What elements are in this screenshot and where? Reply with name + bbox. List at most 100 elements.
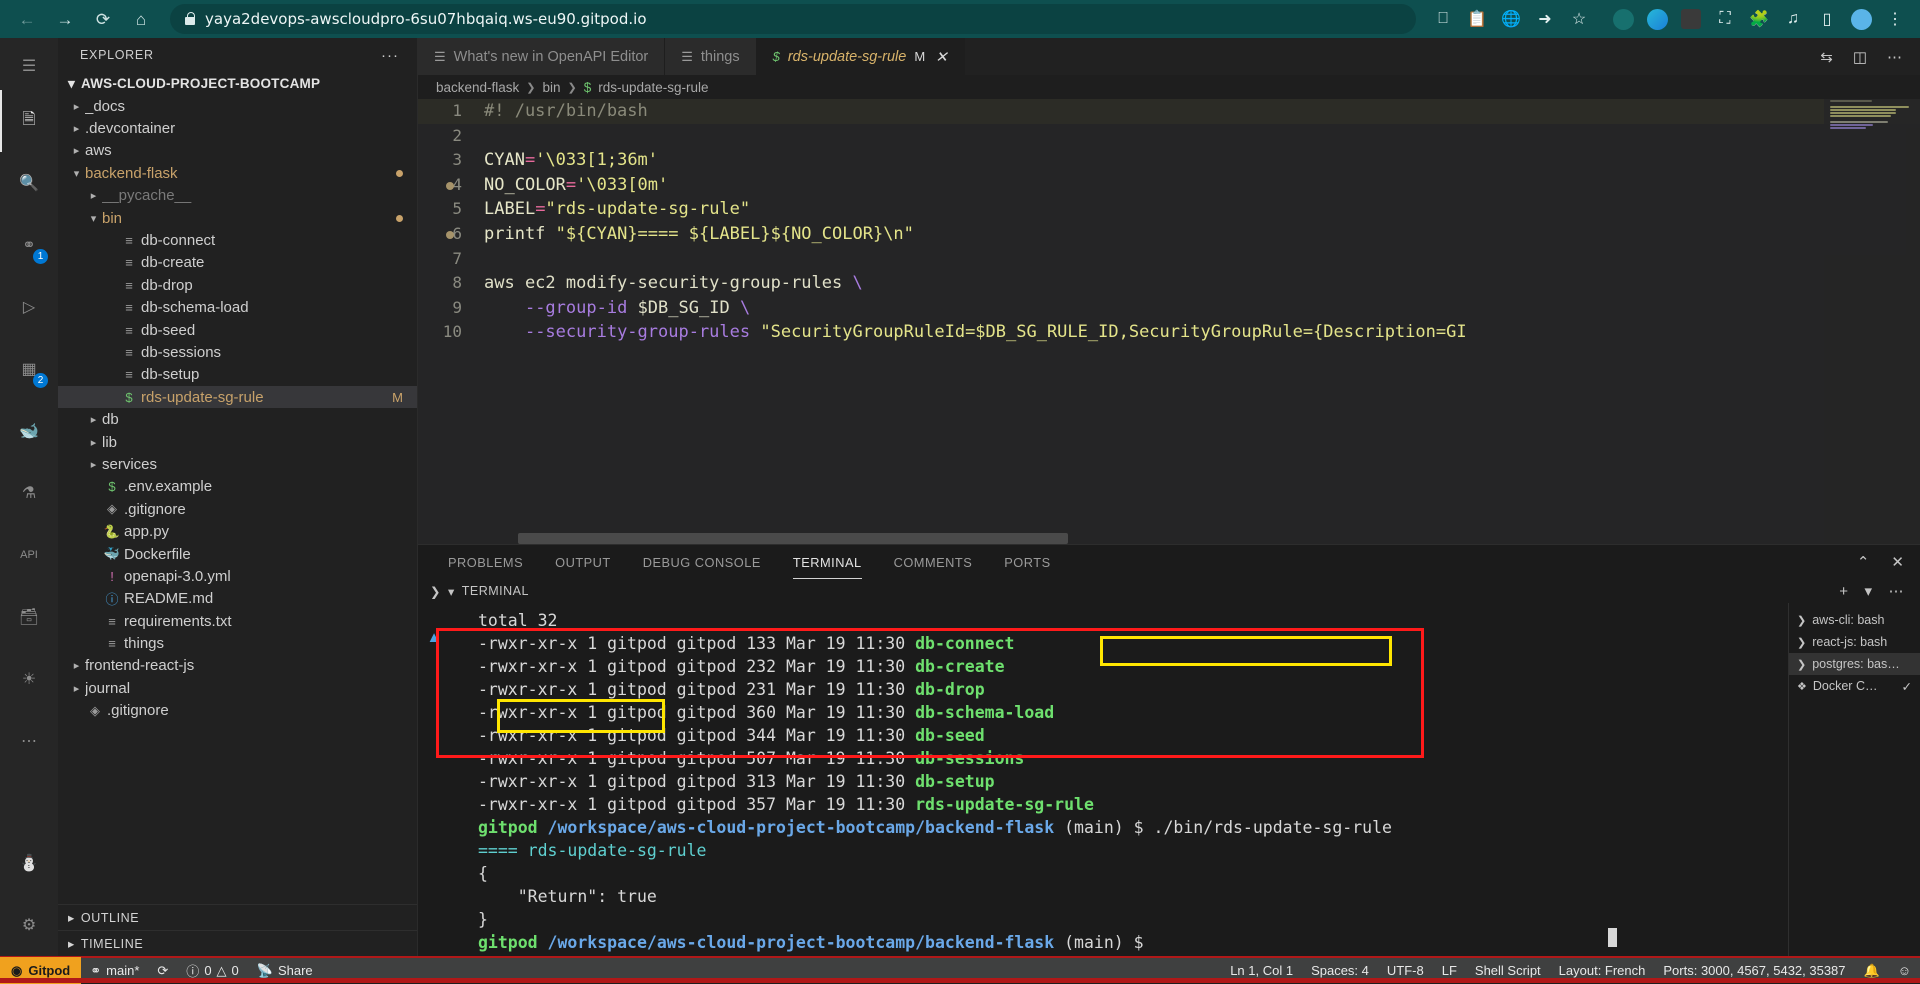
tree-item-frontend-react-js[interactable]: ▸ frontend-react-js [58, 655, 417, 677]
chevron-down-icon[interactable]: ▾ [448, 584, 455, 599]
code-lines[interactable]: 1 #! /usr/bin/bash 2 3 CYAN='\033[1;36m' 4 NO_… [418, 99, 1920, 544]
horizontal-scrollbar[interactable] [518, 533, 1068, 544]
chevron-up-icon[interactable]: ⌃ [1857, 553, 1870, 571]
tree-item-journal[interactable]: ▸ journal [58, 677, 417, 699]
split-screen-icon[interactable]: ⎕ [1428, 4, 1458, 34]
tree-item-aws[interactable]: ▸ aws [58, 140, 417, 162]
tree-item-things[interactable]: ≡ things [58, 632, 417, 654]
terminal-list-item[interactable]: ❖ Docker C… ✓ [1789, 675, 1920, 697]
panel-tab-ports[interactable]: PORTS [988, 545, 1066, 579]
tab-whats-new[interactable]: ☰ What's new in OpenAPI Editor [418, 38, 665, 75]
tree-item--docs[interactable]: ▸ _docs [58, 95, 417, 117]
minimap[interactable] [1824, 99, 1920, 544]
sidebar-section-outline[interactable]: ▸ OUTLINE [58, 904, 417, 930]
tree-item-db-drop[interactable]: ≡ db-drop [58, 274, 417, 296]
diamond-extension-icon[interactable] [1642, 4, 1672, 34]
tree-item-readme-md[interactable]: ⓘ README.md [58, 588, 417, 610]
workspace-root-row[interactable]: ▾ AWS-CLOUD-PROJECT-BOOTCAMP [58, 72, 417, 95]
bookmark-star-icon[interactable]: ☆ [1564, 4, 1594, 34]
breadcrumb-item-file[interactable]: rds-update-sg-rule [598, 80, 708, 95]
code-line[interactable]: 6 printf "${CYAN}==== ${LABEL}${NO_COLOR}… [418, 222, 1920, 247]
sidebar-item-extensions[interactable]: ▦ 2 [0, 338, 58, 400]
tree-item-services[interactable]: ▸ services [58, 453, 417, 475]
code-line[interactable]: 8 aws ec2 modify-security-group-rules \ [418, 271, 1920, 296]
terminal-list-item[interactable]: ❯ react-js: bash [1789, 631, 1920, 653]
close-icon[interactable]: ✕ [935, 48, 948, 66]
tree-item-db[interactable]: ▸ db [58, 408, 417, 430]
breadcrumb-item-backend-flask[interactable]: backend-flask [436, 80, 519, 95]
share-icon[interactable]: ➜ [1530, 4, 1560, 34]
tree-item-bin[interactable]: ▾ bin [58, 207, 417, 229]
code-line[interactable]: 7 [418, 247, 1920, 272]
code-line[interactable]: 2 [418, 124, 1920, 149]
tree-item--devcontainer[interactable]: ▸ .devcontainer [58, 117, 417, 139]
puzzle-extensions-icon[interactable]: 🧩 [1744, 4, 1774, 34]
split-editor-icon[interactable]: ⇆ [1820, 48, 1833, 66]
add-terminal-icon[interactable]: + [1839, 583, 1848, 600]
code-line[interactable]: 4 NO_COLOR='\033[0m' [418, 173, 1920, 198]
explorer-more-icon[interactable]: ··· [381, 47, 399, 64]
code-line[interactable]: 10 --security-group-rules "SecurityGroup… [418, 320, 1920, 345]
code-line[interactable]: 1 #! /usr/bin/bash [418, 99, 1920, 124]
sidebar-item-explorer[interactable]: 🗎 [0, 90, 58, 152]
tree-item-db-connect[interactable]: ≡ db-connect [58, 229, 417, 251]
tab-things[interactable]: ☰ things [665, 38, 756, 75]
tree-item--env-example[interactable]: $ .env.example [58, 476, 417, 498]
sidebar-item-source-control[interactable]: ⚭ 1 [0, 214, 58, 276]
code-line[interactable]: 3 CYAN='\033[1;36m' [418, 148, 1920, 173]
tree-item-db-create[interactable]: ≡ db-create [58, 252, 417, 274]
more-actions-icon[interactable]: ⋯ [1887, 48, 1902, 66]
layout-icon[interactable]: ◫ [1853, 48, 1867, 66]
breadcrumb-item-bin[interactable]: bin [543, 80, 561, 95]
sidebar-item-docker[interactable]: 🐋 [0, 400, 58, 462]
sidebar-item-testing[interactable]: ⚗ [0, 462, 58, 524]
sidebar-item-search[interactable]: 🔍 [0, 152, 58, 214]
tree-item--pycache-[interactable]: ▸ __pycache__ [58, 185, 417, 207]
clipboard-icon[interactable]: 📋 [1462, 4, 1492, 34]
chevron-right-icon[interactable]: ❯ [430, 584, 441, 599]
translate-icon[interactable]: 🌐 [1496, 4, 1526, 34]
tree-item-db-seed[interactable]: ≡ db-seed [58, 319, 417, 341]
capture-frame-icon[interactable]: ⛶ [1710, 4, 1740, 34]
forward-arrow-icon[interactable]: → [48, 4, 82, 34]
home-icon[interactable]: ⌂ [124, 4, 158, 34]
tree-item-app-py[interactable]: 🐍 app.py [58, 520, 417, 542]
tree-item--gitignore[interactable]: ◈ .gitignore [58, 498, 417, 520]
account-icon[interactable]: ⛄ [0, 832, 58, 894]
kebab-menu-icon[interactable]: ⋮ [1880, 4, 1910, 34]
panel-tab-terminal[interactable]: TERMINAL [777, 545, 878, 579]
dark-square-extension-icon[interactable] [1676, 4, 1706, 34]
terminal-output[interactable]: total 32 -rwxr-xr-x 1 gitpod gitpod 133 M… [450, 603, 1788, 956]
reload-icon[interactable]: ⟳ [86, 4, 120, 34]
panel-tab-debug-console[interactable]: DEBUG CONSOLE [627, 545, 777, 579]
hamburger-menu-icon[interactable]: ☰ [0, 42, 58, 90]
panel-tab-problems[interactable]: PROBLEMS [432, 545, 539, 579]
panel-tab-output[interactable]: OUTPUT [539, 545, 627, 579]
playlist-icon[interactable]: ♫ [1778, 4, 1808, 34]
tree-item-backend-flask[interactable]: ▾ backend-flask [58, 162, 417, 184]
sidebar-item-openapi[interactable]: API [0, 524, 58, 586]
terminal-list-item[interactable]: ❯ postgres: bas… [1789, 653, 1920, 675]
tree-item-rds-update-sg-rule[interactable]: $ rds-update-sg-rule M [58, 386, 417, 408]
chevron-down-icon[interactable]: ▾ [1864, 582, 1872, 600]
tree-item-db-schema-load[interactable]: ≡ db-schema-load [58, 297, 417, 319]
sidebar-item-more[interactable]: ⋯ [0, 710, 58, 772]
panel-tab-comments[interactable]: COMMENTS [878, 545, 989, 579]
tree-item-db-sessions[interactable]: ≡ db-sessions [58, 341, 417, 363]
sidebar-section-timeline[interactable]: ▸ TIMELINE [58, 930, 417, 956]
more-actions-icon[interactable]: ⋯ [1889, 582, 1905, 600]
teal-circle-extension-icon[interactable] [1608, 4, 1638, 34]
reading-panel-icon[interactable]: ▯ [1812, 4, 1842, 34]
sidebar-item-database[interactable]: 🗃 [0, 586, 58, 648]
sidebar-item-run-and-debug[interactable]: ▷ [0, 276, 58, 338]
close-icon[interactable]: ✕ [1891, 553, 1904, 571]
sidebar-item-github[interactable]: ☀ [0, 648, 58, 710]
tree-item-lib[interactable]: ▸ lib [58, 431, 417, 453]
profile-avatar-icon[interactable] [1846, 4, 1876, 34]
tree-item--gitignore[interactable]: ◈ .gitignore [58, 700, 417, 722]
terminal-list-item[interactable]: ❯ aws-cli: bash [1789, 609, 1920, 631]
code-line[interactable]: 9 --group-id $DB_SG_ID \ [418, 296, 1920, 321]
tab-rds-update-sg-rule[interactable]: $ rds-update-sg-rule M ✕ [757, 38, 965, 75]
tree-item-db-setup[interactable]: ≡ db-setup [58, 364, 417, 386]
tree-item-openapi-3-0-yml[interactable]: ! openapi-3.0.yml [58, 565, 417, 587]
